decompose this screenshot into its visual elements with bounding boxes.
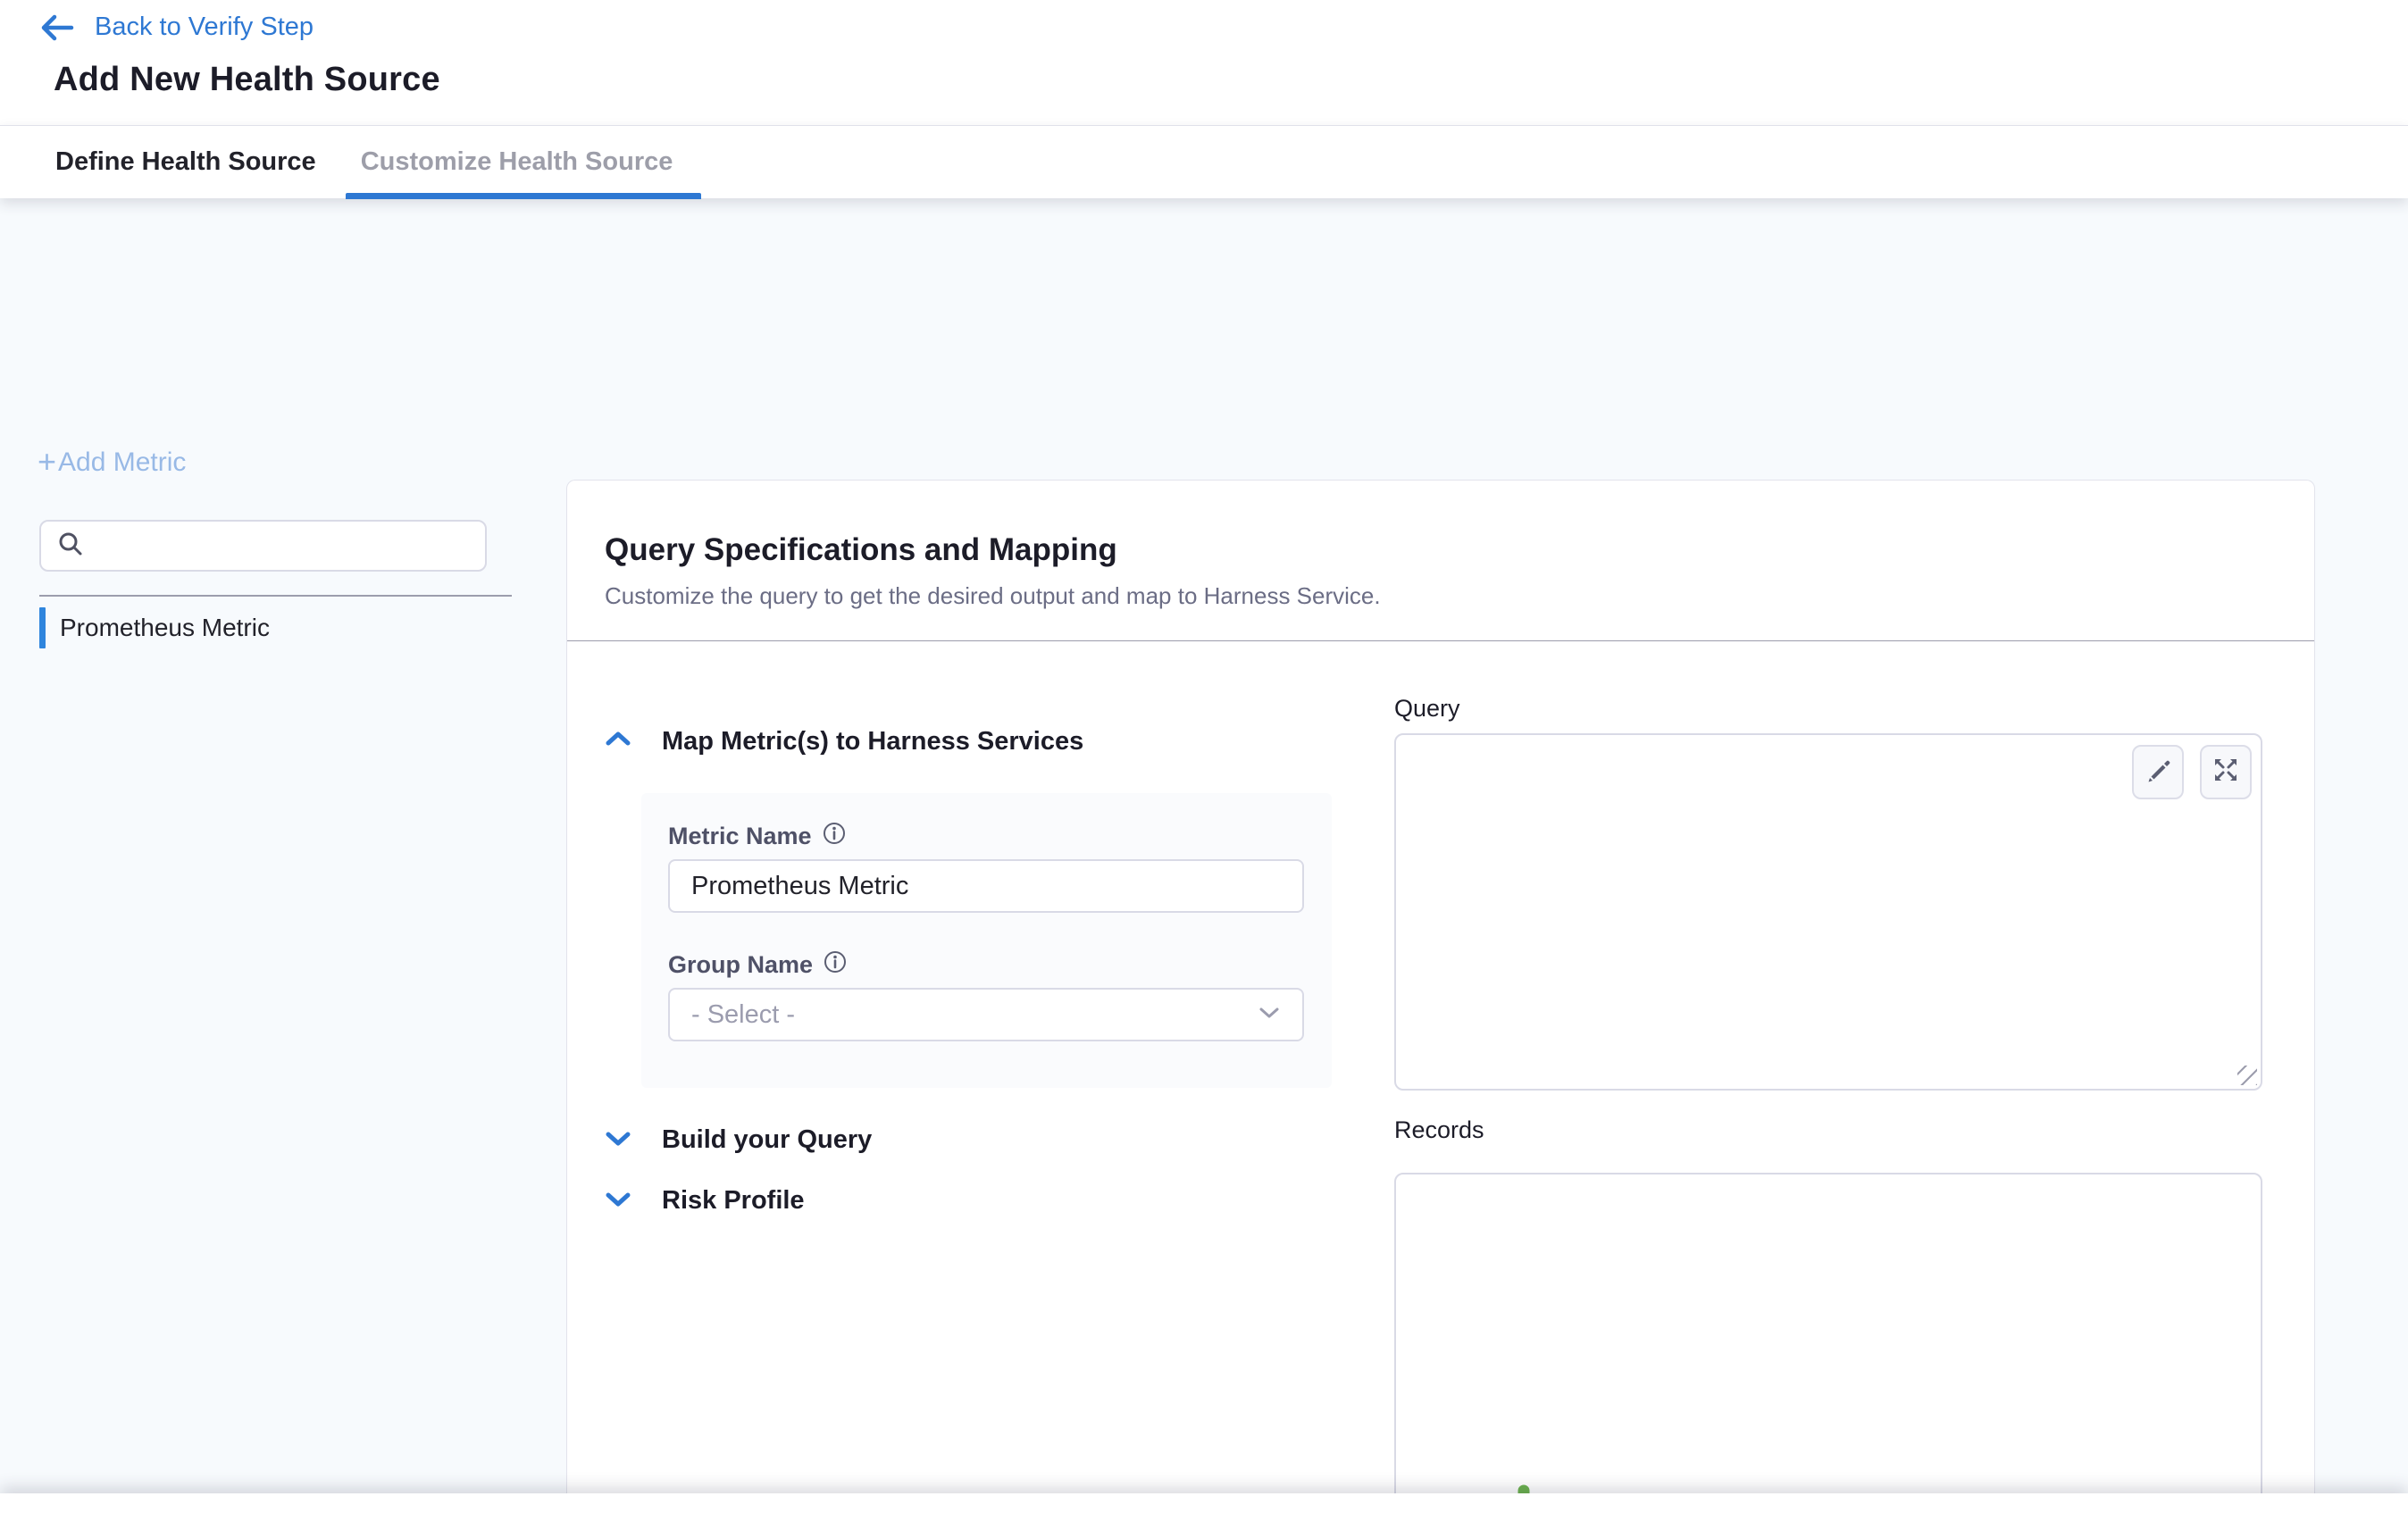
back-to-verify-step-link[interactable]: Back to Verify Step <box>39 13 314 42</box>
tab-bar: Define Health Source Customize Health So… <box>0 125 2408 198</box>
search-icon <box>57 531 84 562</box>
add-metric-label: Add Metric <box>58 447 186 478</box>
selected-indicator-bar <box>39 607 46 648</box>
group-name-label-row: Group Name <box>668 950 847 980</box>
plus-icon: + <box>38 446 56 478</box>
group-name-select[interactable]: - Select - <box>668 988 1304 1041</box>
card-header-divider <box>567 640 2314 641</box>
chevron-down-icon <box>605 1128 631 1152</box>
select-placeholder: - Select - <box>691 1000 795 1030</box>
metric-item-label: Prometheus Metric <box>60 614 270 642</box>
section-label: Map Metric(s) to Harness Services <box>662 727 1083 756</box>
sticky-footer-bar <box>0 1493 2408 1513</box>
expand-query-button[interactable] <box>2200 745 2252 799</box>
arrow-left-icon <box>39 13 75 42</box>
query-specifications-card: Query Specifications and Mapping Customi… <box>566 480 2315 1513</box>
query-label: Query <box>1394 695 1460 723</box>
page-header: Back to Verify Step Add New Health Sourc… <box>0 0 2408 125</box>
section-map-metrics-to-harness-services[interactable]: Map Metric(s) to Harness Services <box>605 727 1083 756</box>
chevron-down-icon <box>605 1189 631 1213</box>
group-name-label: Group Name <box>668 951 813 979</box>
edit-query-button[interactable] <box>2132 745 2184 799</box>
sidebar-item-prometheus-metric[interactable]: Prometheus Metric <box>39 607 522 648</box>
add-metric-button[interactable]: + Add Metric <box>38 447 186 479</box>
tab-customize-health-source[interactable]: Customize Health Source <box>361 126 673 199</box>
section-label: Build your Query <box>662 1125 872 1155</box>
tab-define-health-source[interactable]: Define Health Source <box>55 126 316 199</box>
expand-icon <box>2212 756 2240 789</box>
chevron-up-icon <box>605 730 631 754</box>
query-textarea[interactable] <box>1394 733 2262 1091</box>
map-metric-form-panel: Metric Name Group Name - Select - <box>641 793 1332 1088</box>
metric-name-label-row: Metric Name <box>668 822 846 851</box>
resize-handle[interactable] <box>2237 1066 2257 1085</box>
info-icon[interactable] <box>823 822 846 851</box>
back-link-label: Back to Verify Step <box>95 13 314 42</box>
metric-name-input[interactable] <box>668 859 1304 913</box>
search-input[interactable] <box>95 522 485 570</box>
metric-name-label: Metric Name <box>668 823 812 850</box>
section-risk-profile[interactable]: Risk Profile <box>605 1186 805 1216</box>
info-icon[interactable] <box>824 950 847 980</box>
metric-search-box <box>39 520 487 572</box>
pencil-icon <box>2145 756 2171 788</box>
sidebar-divider <box>39 595 512 597</box>
records-panel: Submit query to see records from Prometh… <box>1394 1173 2262 1513</box>
query-toolbar <box>2132 745 2252 799</box>
card-subtitle: Customize the query to get the desired o… <box>605 582 1381 610</box>
page-title: Add New Health Source <box>54 61 440 99</box>
records-label: Records <box>1394 1116 1484 1144</box>
section-label: Risk Profile <box>662 1186 805 1216</box>
content-area: + Add Metric Prometheus Metric Query Spe… <box>0 198 2408 1513</box>
chevron-down-icon <box>1258 1005 1281 1025</box>
section-build-your-query[interactable]: Build your Query <box>605 1125 872 1155</box>
card-title: Query Specifications and Mapping <box>605 532 1117 568</box>
